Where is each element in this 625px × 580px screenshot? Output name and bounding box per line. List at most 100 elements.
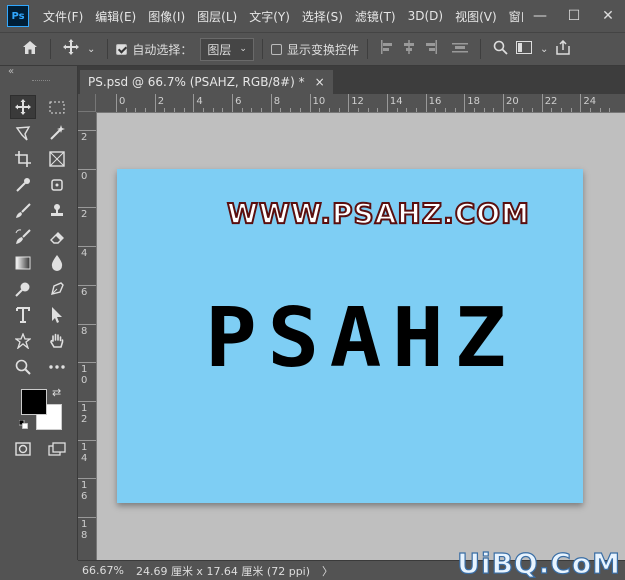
chevron-down-icon[interactable]: ⌄: [540, 44, 548, 55]
menu-layer[interactable]: 图层(L): [191, 8, 243, 25]
clone-stamp-tool-icon[interactable]: [44, 199, 70, 223]
psahz-text-layer[interactable]: PSAHZ: [205, 291, 517, 386]
ruler-tick: [116, 94, 117, 112]
ruler-label: 1 6: [81, 480, 88, 503]
pen-tool-icon[interactable]: [44, 277, 70, 301]
ruler-label: 2: [81, 132, 88, 143]
ruler-label: 1 4: [81, 441, 88, 464]
close-tab-icon[interactable]: ×: [315, 75, 325, 89]
menu-type[interactable]: 文字(Y): [243, 8, 296, 25]
blur-tool-icon[interactable]: [44, 251, 70, 275]
auto-select-checkbox[interactable]: [116, 43, 128, 55]
align-center-icon[interactable]: [402, 40, 416, 58]
document-tab[interactable]: PS.psd @ 66.7% (PSAHZ, RGB/8#) * ×: [80, 70, 333, 94]
align-left-icon[interactable]: [380, 40, 394, 58]
document-size: 24.69 厘米 x 17.64 厘米 (72 ppi): [135, 564, 311, 578]
panel-grip[interactable]: [32, 80, 50, 83]
magic-wand-tool-icon[interactable]: [44, 121, 70, 145]
spot-healing-tool-icon[interactable]: [44, 173, 70, 197]
marquee-tool-icon[interactable]: [44, 95, 70, 119]
ruler-origin[interactable]: [78, 94, 96, 112]
move-tool-icon[interactable]: [63, 39, 79, 59]
ruler-tick: [435, 108, 437, 112]
type-tool-icon[interactable]: [10, 303, 36, 327]
screen-mode-icon[interactable]: [44, 437, 70, 461]
chevron-down-icon[interactable]: ⌄: [87, 44, 95, 55]
photoshop-logo[interactable]: Ps: [7, 5, 29, 27]
ruler-label: 8: [81, 325, 88, 337]
url-text-layer[interactable]: WWW.PSAHZ.COM: [226, 196, 530, 231]
show-transform-checkbox[interactable]: [270, 43, 282, 55]
more-tools-icon[interactable]: [44, 355, 70, 379]
zoom-level[interactable]: 66.67%: [82, 564, 124, 577]
ruler-label: 8: [273, 96, 281, 107]
ruler-tick: [464, 94, 466, 112]
ruler-tick: [473, 108, 475, 112]
zoom-tool-icon[interactable]: [10, 355, 36, 379]
ruler-tick: [261, 108, 263, 112]
collapse-panel-icon[interactable]: «: [8, 66, 14, 77]
vertical-ruler[interactable]: 2 0 2 4 6 8 1 0 1 2 1 4 1 6 1 8: [78, 112, 97, 560]
gradient-tool-icon[interactable]: [10, 251, 36, 275]
ruler-label: 2: [81, 209, 88, 221]
ruler-tick: [396, 108, 398, 112]
crop-tool-icon[interactable]: [10, 147, 36, 171]
ruler-label: 22: [544, 96, 558, 107]
hand-tool-icon[interactable]: [44, 329, 70, 353]
lasso-tool-icon[interactable]: [10, 121, 36, 145]
workspace-icon[interactable]: [515, 40, 532, 58]
eyedropper-tool-icon[interactable]: [10, 173, 36, 197]
eraser-tool-icon[interactable]: [44, 225, 70, 249]
divider: [479, 39, 481, 59]
menu-filter[interactable]: 滤镜(T): [349, 8, 402, 25]
ruler-label: 14: [389, 96, 403, 107]
status-menu-arrow[interactable]: 〉: [322, 563, 333, 579]
menu-view[interactable]: 视图(V): [449, 8, 503, 25]
minimize-button[interactable]: —: [523, 8, 557, 24]
shape-tool-icon[interactable]: [10, 329, 36, 353]
home-icon[interactable]: [22, 40, 38, 59]
close-button[interactable]: ✕: [591, 8, 625, 24]
divider: [50, 39, 51, 59]
search-icon[interactable]: [493, 40, 508, 59]
ruler-tick: [532, 108, 534, 112]
watermark-logo: UiBQ.CoM: [457, 546, 621, 580]
document-canvas[interactable]: WWW.PSAHZ.COM PSAHZ: [117, 169, 583, 503]
ruler-label: 0: [119, 96, 126, 107]
maximize-button[interactable]: ☐: [557, 8, 591, 24]
menu-edit[interactable]: 编辑(E): [89, 8, 142, 25]
align-top-icon[interactable]: [451, 40, 468, 58]
menu-file[interactable]: 文件(F): [37, 8, 89, 25]
brush-tool-icon[interactable]: [10, 199, 36, 223]
document-tab-bar: PS.psd @ 66.7% (PSAHZ, RGB/8#) * ×: [78, 66, 625, 94]
menu-image[interactable]: 图像(I): [142, 8, 191, 25]
dropdown-value: 图层: [207, 42, 232, 57]
align-right-icon[interactable]: [424, 40, 438, 58]
quick-mask-icon[interactable]: [10, 437, 36, 461]
swap-colors-icon[interactable]: ⇄: [52, 386, 61, 399]
window-controls: — ☐ ✕: [523, 0, 625, 32]
move-tool-icon[interactable]: [10, 95, 36, 119]
path-selection-tool-icon[interactable]: [44, 303, 70, 327]
frame-tool-icon[interactable]: [44, 147, 70, 171]
history-brush-tool-icon[interactable]: [10, 225, 36, 249]
ruler-tick: [78, 130, 96, 131]
default-colors-icon[interactable]: [18, 418, 28, 429]
share-icon[interactable]: [556, 39, 571, 59]
ruler-label: 16: [428, 96, 442, 107]
ruler-tick: [309, 94, 311, 112]
foreground-color-swatch[interactable]: [21, 389, 47, 415]
auto-select-target-dropdown[interactable]: 图层 ⌄: [200, 37, 254, 61]
ruler-tick: [367, 108, 369, 112]
dodge-tool-icon[interactable]: [10, 277, 36, 301]
show-transform-label: 显示变换控件: [286, 42, 359, 57]
menu-select[interactable]: 选择(S): [296, 8, 349, 25]
ruler-tick: [145, 108, 147, 112]
ruler-tick: [241, 108, 243, 112]
options-bar: ⌄ 自动选择： 图层 ⌄ 显示变换控件 ⌄: [0, 32, 625, 66]
ruler-tick: [78, 362, 96, 364]
divider: [366, 39, 368, 59]
menu-3d[interactable]: 3D(D): [402, 9, 449, 23]
ruler-tick: [493, 108, 495, 112]
horizontal-ruler[interactable]: 0 2 4 6 8 10 12 14 16 18 20 22 24: [96, 94, 625, 113]
